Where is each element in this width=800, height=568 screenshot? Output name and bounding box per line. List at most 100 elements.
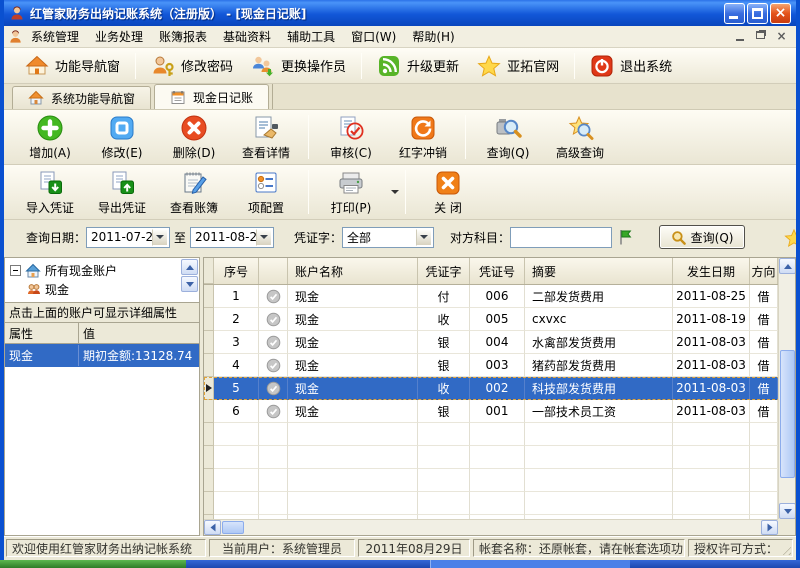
tree-scroll-down-button[interactable] — [181, 276, 198, 292]
table-row[interactable]: 3现金银004水禽部发货费用2011-08-03借 — [204, 331, 795, 354]
tab-cash-journal[interactable]: 现金日记账 — [154, 84, 269, 109]
tree-item-cash[interactable]: 现金 — [5, 279, 199, 298]
cell-cseq[interactable]: 5 — [214, 377, 259, 400]
cell-cacc[interactable]: 现金 — [288, 285, 418, 308]
cell-cvn[interactable]: 001 — [470, 400, 525, 423]
date-from-dropdown-button[interactable] — [152, 229, 168, 246]
cell-cdir[interactable]: 借 — [750, 331, 778, 354]
cell-cvt[interactable]: 付 — [418, 285, 470, 308]
modify-button[interactable]: 修改(E) — [86, 112, 158, 162]
menu-item-system[interactable]: 系统管理 — [23, 26, 87, 47]
cell-ci[interactable] — [204, 308, 214, 331]
view-books-button[interactable]: 查看账簿 — [158, 167, 230, 217]
exit-button[interactable]: 退出系统 — [581, 51, 681, 81]
cell-csum[interactable]: 猪药部发货费用 — [525, 354, 673, 377]
mdi-minimize-button[interactable] — [733, 29, 750, 44]
cell-cvt[interactable]: 收 — [418, 377, 470, 400]
header-account[interactable]: 账户名称 — [288, 258, 418, 284]
scroll-right-button[interactable] — [761, 520, 778, 535]
voucher-type-combo[interactable]: 全部 — [342, 227, 434, 248]
cell-cseq[interactable]: 2 — [214, 308, 259, 331]
cell-cacc[interactable]: 现金 — [288, 308, 418, 331]
cell-ci[interactable] — [204, 285, 214, 308]
cell-csum[interactable]: 二部发货费用 — [525, 285, 673, 308]
cell-cacc[interactable]: 现金 — [288, 331, 418, 354]
date-from-combo[interactable]: 2011-07-29 — [86, 227, 170, 248]
header-voucher-type[interactable]: 凭证字 — [418, 258, 470, 284]
subject-input[interactable] — [510, 227, 612, 248]
import-voucher-button[interactable]: 导入凭证 — [14, 167, 86, 217]
delete-button[interactable]: 删除(D) — [158, 112, 230, 162]
cell-cseq[interactable]: 3 — [214, 331, 259, 354]
date-to-dropdown-button[interactable] — [256, 229, 272, 246]
cell-ci[interactable] — [204, 377, 214, 400]
cell-ci[interactable] — [204, 354, 214, 377]
export-voucher-button[interactable]: 导出凭证 — [86, 167, 158, 217]
header-status-icon[interactable] — [259, 258, 288, 284]
menu-item-help[interactable]: 帮助(H) — [404, 26, 462, 47]
cell-csum[interactable]: 一部技术员工资 — [525, 400, 673, 423]
item-config-button[interactable]: 项配置 — [230, 167, 302, 217]
cell-cdt[interactable]: 2011-08-03 — [673, 354, 750, 377]
scroll-up-button[interactable] — [779, 258, 796, 274]
cell-cdir[interactable]: 借 — [750, 354, 778, 377]
table-row[interactable]: 4现金银003猪药部发货费用2011-08-03借 — [204, 354, 795, 377]
cell-cvn[interactable]: 005 — [470, 308, 525, 331]
cell-cdir[interactable]: 借 — [750, 285, 778, 308]
date-to-combo[interactable]: 2011-08-29 — [190, 227, 274, 248]
voucher-dropdown-button[interactable] — [416, 229, 432, 246]
menu-item-tools[interactable]: 辅助工具 — [279, 26, 343, 47]
audit-button[interactable]: 审核(C) — [315, 112, 387, 162]
cell-csum[interactable]: cxvxc — [525, 308, 673, 331]
cell-cico[interactable] — [259, 331, 288, 354]
cell-cico[interactable] — [259, 400, 288, 423]
cell-cdt[interactable]: 2011-08-03 — [673, 377, 750, 400]
cell-ci[interactable] — [204, 331, 214, 354]
maximize-button[interactable] — [747, 3, 768, 24]
menu-item-reports[interactable]: 账簿报表 — [151, 26, 215, 47]
cell-cvt[interactable]: 收 — [418, 308, 470, 331]
cell-cdir[interactable]: 借 — [750, 377, 778, 400]
cell-csum[interactable]: 水禽部发货费用 — [525, 331, 673, 354]
view-detail-button[interactable]: 查看详情 — [230, 112, 302, 162]
property-row-cash[interactable]: 现金 期初金额:13128.74 — [5, 344, 199, 367]
tree-item-all-accounts[interactable]: 所有现金账户 — [5, 258, 199, 279]
flag-icon[interactable] — [617, 228, 635, 246]
table-row[interactable]: 5现金收002科技部发货费用2011-08-03借 — [204, 377, 795, 400]
cell-cacc[interactable]: 现金 — [288, 400, 418, 423]
header-summary[interactable]: 摘要 — [525, 258, 673, 284]
cell-cdt[interactable]: 2011-08-19 — [673, 308, 750, 331]
cell-cvn[interactable]: 004 — [470, 331, 525, 354]
cell-cseq[interactable]: 4 — [214, 354, 259, 377]
print-button[interactable]: 打印(P) — [315, 167, 387, 217]
cell-cdir[interactable]: 借 — [750, 400, 778, 423]
official-site-button[interactable]: 亚拓官网 — [468, 51, 568, 81]
cell-cdt[interactable]: 2011-08-03 — [673, 331, 750, 354]
table-row[interactable]: 1现金付006二部发货费用2011-08-25借 — [204, 285, 795, 308]
cell-cvt[interactable]: 银 — [418, 400, 470, 423]
query-button-toolbar[interactable]: 查询(Q) — [472, 112, 544, 162]
cell-cdir[interactable]: 借 — [750, 308, 778, 331]
cell-cvn[interactable]: 002 — [470, 377, 525, 400]
cell-cico[interactable] — [259, 377, 288, 400]
tree-scroll-up-button[interactable] — [181, 259, 198, 275]
tab-nav-window[interactable]: 系统功能导航窗 — [12, 86, 151, 109]
cell-ci[interactable] — [204, 400, 214, 423]
reverse-button[interactable]: 红字冲销 — [387, 112, 459, 162]
cell-cacc[interactable]: 现金 — [288, 354, 418, 377]
minimize-button[interactable] — [724, 3, 745, 24]
cell-cdt[interactable]: 2011-08-25 — [673, 285, 750, 308]
header-voucher-no[interactable]: 凭证号 — [470, 258, 525, 284]
advanced-query-button[interactable]: 高级查询 — [544, 112, 616, 162]
menu-item-business[interactable]: 业务处理 — [87, 26, 151, 47]
print-dropdown-arrow[interactable] — [391, 190, 399, 194]
cell-cacc[interactable]: 现金 — [288, 377, 418, 400]
switch-operator-button[interactable]: 更换操作员 — [242, 51, 355, 81]
cell-cvn[interactable]: 003 — [470, 354, 525, 377]
close-tab-button[interactable]: 关 闭 — [412, 167, 484, 217]
mdi-close-button[interactable]: × — [773, 29, 790, 44]
cell-cico[interactable] — [259, 308, 288, 331]
update-button[interactable]: 升级更新 — [368, 51, 468, 81]
cell-cico[interactable] — [259, 285, 288, 308]
cell-cdt[interactable]: 2011-08-03 — [673, 400, 750, 423]
